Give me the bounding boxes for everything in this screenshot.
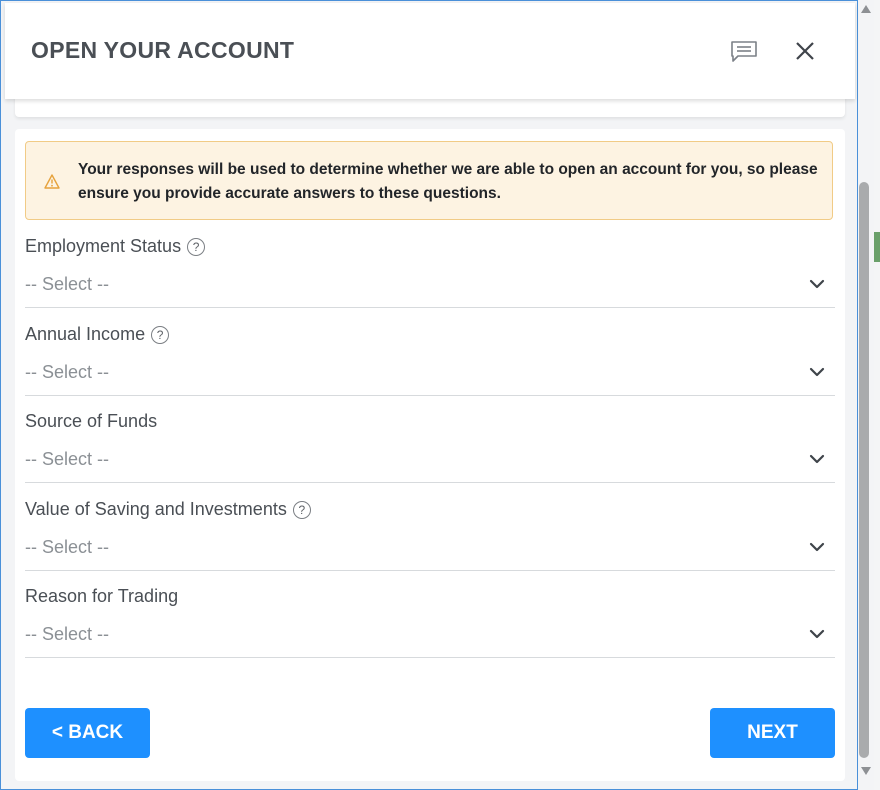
annual-income-select[interactable]: -- Select --	[25, 348, 835, 396]
chevron-down-icon	[809, 454, 825, 464]
reason-for-trading-select[interactable]: -- Select --	[25, 610, 835, 658]
source-of-funds-label: Source of Funds	[25, 411, 158, 431]
scrollbar-thumb[interactable]	[859, 182, 869, 758]
help-icon[interactable]: ?	[187, 237, 206, 256]
dialog-title: OPEN YOUR ACCOUNT	[31, 37, 295, 63]
form-card: Your responses will be used to determine…	[15, 129, 845, 781]
next-button[interactable]: NEXT	[710, 708, 835, 758]
employment-status-field: Employment Status ? -- Select --	[25, 230, 835, 318]
select-value: -- Select --	[25, 362, 110, 382]
savings-investments-select[interactable]: -- Select --	[25, 523, 835, 571]
help-icon[interactable]: ?	[151, 325, 170, 344]
field-label: Employment Status ?	[25, 236, 206, 257]
chevron-down-icon	[809, 542, 825, 552]
close-icon[interactable]	[793, 39, 817, 63]
savings-investments-label: Value of Saving and Investments	[25, 499, 287, 519]
chevron-down-icon	[809, 629, 825, 639]
background-marker	[874, 232, 880, 262]
source-of-funds-field: Source of Funds -- Select --	[25, 405, 835, 493]
alert-message: Your responses will be used to determine…	[78, 161, 818, 202]
select-value: -- Select --	[25, 449, 110, 469]
field-label: Value of Saving and Investments ?	[25, 499, 311, 520]
savings-investments-field: Value of Saving and Investments ? -- Sel…	[25, 493, 835, 581]
source-of-funds-select[interactable]: -- Select --	[25, 435, 835, 483]
vertical-scrollbar[interactable]	[858, 0, 874, 790]
help-icon[interactable]: ?	[292, 500, 311, 519]
account-dialog: OPEN YOUR ACCOUNT Your responses will be…	[0, 0, 858, 790]
background-edge	[874, 0, 880, 790]
warning-alert: Your responses will be used to determine…	[25, 141, 833, 220]
chevron-down-icon	[809, 367, 825, 377]
dialog-header: OPEN YOUR ACCOUNT	[5, 3, 855, 99]
scroll-down-arrow-icon[interactable]	[860, 766, 872, 776]
field-label: Source of Funds	[25, 411, 157, 432]
chat-icon[interactable]	[729, 39, 759, 65]
warning-icon	[44, 174, 60, 189]
field-label: Annual Income ?	[25, 324, 170, 345]
select-value: -- Select --	[25, 537, 110, 557]
annual-income-label: Annual Income	[25, 324, 146, 344]
reason-for-trading-field: Reason for Trading -- Select --	[25, 580, 835, 668]
select-value: -- Select --	[25, 624, 110, 644]
field-label: Reason for Trading	[25, 586, 178, 607]
reason-for-trading-label: Reason for Trading	[25, 586, 179, 606]
chevron-down-icon	[809, 279, 825, 289]
back-button[interactable]: < BACK	[25, 708, 150, 758]
employment-status-label: Employment Status	[25, 236, 182, 256]
scroll-up-arrow-icon[interactable]	[860, 4, 872, 14]
select-value: -- Select --	[25, 274, 110, 294]
employment-status-select[interactable]: -- Select --	[25, 260, 835, 308]
annual-income-field: Annual Income ? -- Select --	[25, 318, 835, 406]
